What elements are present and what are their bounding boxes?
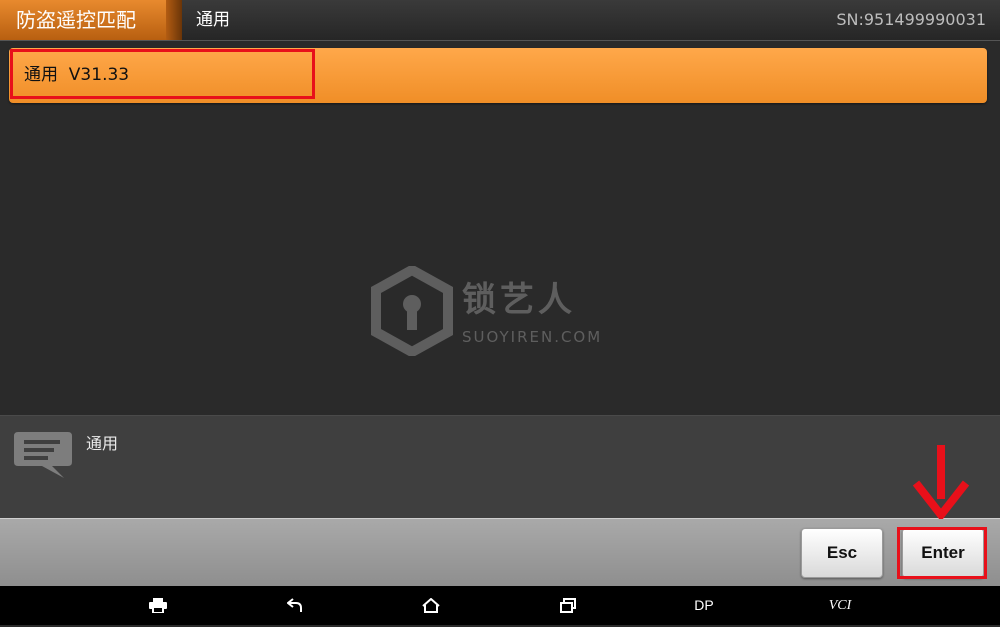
down-arrow-icon <box>912 445 970 519</box>
android-nav-bar: DP VCI <box>0 586 1000 625</box>
title-tab-cap <box>166 0 182 40</box>
esc-button[interactable]: Esc <box>801 528 883 578</box>
watermark-logo: 锁艺人 SUOYIREN.COM <box>370 264 630 358</box>
home-button[interactable] <box>413 586 449 625</box>
recents-button[interactable] <box>550 586 586 625</box>
print-button[interactable] <box>140 586 176 625</box>
title-bar: 防盗遥控匹配 通用 SN:951499990031 <box>0 0 1000 41</box>
breadcrumb: 通用 <box>196 10 230 30</box>
chat-bubble-icon <box>14 432 72 478</box>
serial-number: SN:951499990031 <box>836 10 986 29</box>
message-text: 通用 <box>86 434 119 453</box>
recents-icon <box>560 598 576 613</box>
vci-button[interactable]: VCI <box>820 586 860 625</box>
back-icon <box>286 598 302 612</box>
app-title: 防盗遥控匹配 <box>0 0 166 40</box>
button-bar: Esc Enter <box>0 518 1000 587</box>
back-button[interactable] <box>277 586 313 625</box>
list-item-label: 通用 V31.33 <box>24 65 130 85</box>
print-icon <box>149 598 167 614</box>
watermark-brand: 锁艺人 <box>462 280 576 320</box>
enter-button[interactable]: Enter <box>902 528 984 578</box>
message-panel: 通用 <box>0 415 1000 519</box>
list-item-generic-version[interactable]: 通用 V31.33 <box>9 48 987 103</box>
dp-button[interactable]: DP <box>686 586 722 625</box>
home-icon <box>422 597 440 613</box>
watermark-domain: SUOYIREN.COM <box>462 328 603 346</box>
hexagon-logo-icon <box>371 264 453 358</box>
